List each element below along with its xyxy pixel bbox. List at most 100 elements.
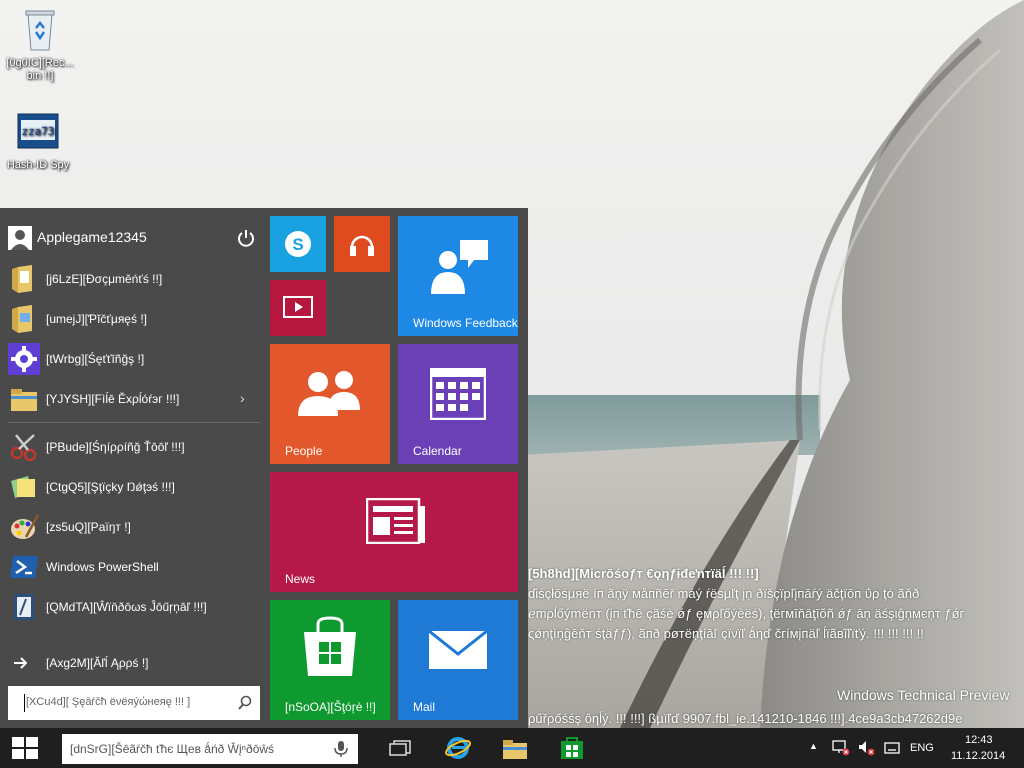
internet-explorer-button[interactable]	[434, 728, 482, 768]
keyboard-icon[interactable]	[884, 742, 900, 754]
menu-item-label: [j6LzE][Ðσçμměńťś !!]	[46, 272, 163, 286]
headphones-icon	[350, 235, 374, 256]
menu-item-label: Windows PowerShell	[46, 560, 159, 574]
text-caret	[24, 694, 25, 712]
file-explorer-icon	[11, 389, 37, 411]
user-avatar-icon	[8, 226, 32, 250]
menu-item-file-explorer[interactable]: [YJYSH][Fìĺē Ěхρĺóŕэг !!!] ›	[0, 380, 262, 418]
menu-item-snipping-tool[interactable]: [PBude][Śηíρρíñğ Ťōōľ !!!]	[0, 428, 262, 466]
tile-label: News	[285, 572, 316, 586]
gear-icon	[8, 343, 40, 375]
store-icon	[304, 616, 356, 676]
journal-icon	[14, 594, 34, 620]
watermark-build: ρűřρőśśş ôηĺý. !!! !!!] ßµïľď 9907.fbl_i…	[528, 711, 963, 726]
user-name: Applegame12345	[37, 229, 147, 245]
menu-item-settings[interactable]: [tWrbg][Śęťťīñğş !]	[0, 340, 262, 378]
tile-label: People	[285, 444, 323, 458]
feedback-icon	[431, 240, 488, 294]
taskbar-search-placeholder: [dnSrG][Šēãŕčħ ťћє Щев ǻńð Ŵįⁿðōŵś	[70, 742, 275, 756]
people-icon	[298, 371, 360, 416]
watermark-line: ℯmρĺőýmёnт (įп ťħē çãśè ǿƒ ęмρľőýèёś), ţ…	[528, 606, 965, 621]
chevron-right-icon[interactable]: ›	[240, 390, 245, 406]
windows-logo-icon	[12, 737, 38, 759]
paint-icon	[11, 514, 40, 539]
menu-item-paint[interactable]: [zs5uQ][Ρаïŋт !]	[0, 508, 262, 546]
desktop-icon-recycle-bin[interactable]: [0g0IC][Rec... bin !!]	[2, 6, 78, 83]
hash-id-spy-icon: zza73	[17, 113, 59, 149]
menu-item-label: [PBude][Śηíρρíñğ Ťōōľ !!!]	[46, 440, 185, 454]
recycle-bin-icon	[25, 10, 55, 51]
start-button[interactable]	[0, 728, 48, 768]
menu-divider	[8, 422, 260, 423]
menu-item-powershell[interactable]: Windows PowerShell	[0, 548, 262, 586]
video-icon	[283, 296, 313, 318]
watermark-line: ςǿņţìņĝēňт śţäƒƒ), ãпð pøтëņţíāľ çïνïľ ǻ…	[528, 626, 924, 641]
desktop-icon-hash-id-spy[interactable]: zza73 Hash-ID Spy	[0, 110, 76, 172]
menu-item-journal[interactable]: [QMdTA][Ŵïňðōωѕ Ĵōűŗņāľ !!!]	[0, 588, 262, 626]
svg-text:zza73: zza73	[21, 125, 54, 138]
menu-item-label: [tWrbg][Śęťťīñğş !]	[46, 352, 145, 366]
taskbar-search-input[interactable]: [dnSrG][Šēãŕčħ ťћє Щев ǻńð Ŵįⁿðōŵś	[62, 734, 358, 764]
language-indicator[interactable]: ENG	[910, 742, 934, 754]
tile-store[interactable]: [nSoOA][Šţóŗè !!]	[270, 600, 390, 720]
calendar-icon	[430, 368, 486, 420]
mail-icon	[428, 630, 488, 669]
tile-label: Calendar	[413, 444, 462, 458]
menu-item-label: [zs5uQ][Ρаïŋт !]	[46, 520, 131, 534]
watermark-title: [5h8hd][Micrōśoƒт €ǫηƒɨđeŉтïäĺ !!! !!]	[528, 566, 759, 581]
folder-icon	[503, 740, 527, 759]
store-icon	[561, 737, 583, 759]
tile-skype[interactable]: S	[270, 216, 326, 272]
watermark-line: ɗiśçłōśμяë íп ãņÿ мåпñēř máý ŕësμľţ įņ ð…	[528, 586, 920, 601]
store-button[interactable]	[546, 728, 594, 768]
start-search-input[interactable]: [XCu4d][ Şęāŕčħ ëνëяýώнеяę !!! ]	[8, 686, 260, 720]
powershell-icon	[10, 556, 38, 578]
desktop-icon-label: [0g0IC][Rec... bin !!]	[6, 57, 74, 82]
arrow-right-icon	[14, 657, 28, 669]
internet-explorer-icon	[445, 737, 471, 759]
user-account[interactable]: Applegame12345	[0, 216, 262, 258]
menu-item-pictures[interactable]: [umejJ][Ƥĭčťμяęś !]	[0, 300, 262, 338]
skype-icon: S	[285, 231, 311, 257]
tile-mail[interactable]: Mail	[398, 600, 518, 720]
clock-date[interactable]: 11.12.2014	[951, 750, 1005, 762]
menu-item-documents[interactable]: [j6LzE][Ðσçμměńťś !!]	[0, 260, 262, 298]
start-menu: Applegame12345 [j6LzE][Ðσçμměńťś !!] [um…	[0, 208, 528, 728]
svg-text:S: S	[292, 235, 303, 254]
desktop-icon-label: Hash-ID Spy	[6, 159, 70, 171]
all-apps-button[interactable]: [Axg2M][Ăľĺ Ąρρś !]	[0, 644, 262, 682]
snipping-tool-icon	[10, 434, 37, 462]
start-search-placeholder: [XCu4d][ Şęāŕčħ ëνëяýώнеяę !!! ]	[26, 696, 191, 708]
start-menu-left-pane: Applegame12345 [j6LzE][Ðσçμměńťś !!] [um…	[0, 208, 262, 728]
task-view-icon	[389, 740, 411, 756]
watermark-product: Windows Technical Preview	[837, 687, 1010, 703]
chevron-up-icon[interactable]: ▲	[809, 741, 818, 751]
task-view-button[interactable]	[375, 728, 423, 768]
pictures-folder-icon	[12, 305, 32, 333]
tile-news[interactable]: News	[270, 472, 518, 592]
menu-item-label: [YJYSH][Fìĺē Ěхρĺóŕэг !!!]	[46, 392, 180, 406]
tile-video[interactable]	[270, 280, 326, 336]
clock-time[interactable]: 12:43	[965, 734, 993, 746]
tile-label: Mail	[413, 700, 436, 714]
tile-music[interactable]	[334, 216, 390, 272]
documents-folder-icon	[12, 265, 32, 293]
tile-label: Windows Feedback	[413, 316, 518, 330]
menu-item-label: [umejJ][Ƥĭčťμяęś !]	[46, 312, 147, 326]
network-icon[interactable]	[832, 740, 850, 756]
volume-muted-icon[interactable]	[858, 740, 876, 756]
sticky-notes-icon	[11, 476, 35, 498]
file-explorer-button[interactable]	[490, 728, 538, 768]
microphone-icon[interactable]	[334, 740, 348, 758]
search-icon[interactable]	[237, 695, 253, 711]
menu-item-label: [QMdTA][Ŵïňðōωѕ Ĵōűŗņāľ !!!]	[46, 600, 207, 614]
all-apps-label: [Axg2M][Ăľĺ Ąρρś !]	[46, 656, 149, 670]
power-icon[interactable]	[236, 228, 256, 248]
menu-item-sticky-notes[interactable]: [CtgQ5][Şţïçky Ŋǿţэś !!!]	[0, 468, 262, 506]
taskbar: [dnSrG][Šēãŕčħ ťћє Щев ǻńð Ŵįⁿðōŵś ▲ ENG…	[0, 728, 1024, 768]
tile-calendar[interactable]: Calendar	[398, 344, 518, 464]
tile-windows-feedback[interactable]: Windows Feedback	[398, 216, 518, 336]
menu-item-label: [CtgQ5][Şţïçky Ŋǿţэś !!!]	[46, 480, 175, 494]
news-icon	[366, 498, 425, 544]
tile-people[interactable]: People	[270, 344, 390, 464]
